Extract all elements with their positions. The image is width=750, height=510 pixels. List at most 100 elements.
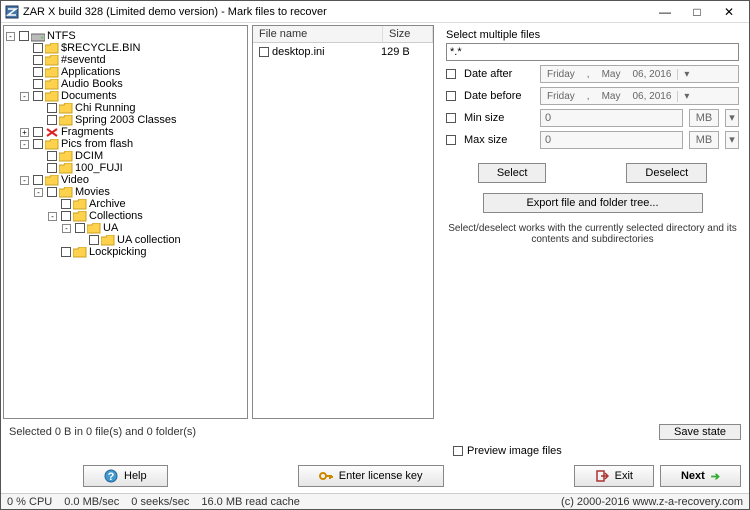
node-checkbox[interactable] (61, 199, 71, 209)
node-checkbox[interactable] (75, 223, 85, 233)
node-checkbox[interactable] (33, 127, 43, 137)
date-after-checkbox[interactable] (446, 69, 456, 79)
expand-toggle[interactable]: + (20, 128, 29, 137)
export-tree-button[interactable]: Export file and folder tree... (483, 193, 703, 213)
min-size-unit: MB (689, 109, 719, 127)
close-button[interactable]: ✕ (713, 2, 745, 22)
exit-button[interactable]: Exit (574, 465, 654, 487)
app-icon (5, 5, 19, 19)
node-checkbox[interactable] (47, 115, 57, 125)
node-checkbox[interactable] (61, 211, 71, 221)
tree-node[interactable]: - Pics from flash (6, 138, 245, 150)
node-checkbox[interactable] (33, 55, 43, 65)
status-cache: 16.0 MB read cache (201, 496, 299, 508)
node-label: Fragments (61, 126, 114, 138)
calendar-icon[interactable]: ▾ (677, 69, 691, 80)
node-checkbox[interactable] (33, 175, 43, 185)
node-label: Audio Books (61, 78, 123, 90)
tree-node[interactable]: - Video (6, 174, 245, 186)
min-size-unit-dropdown[interactable]: ▾ (725, 109, 739, 127)
tree-node[interactable]: + Fragments (6, 126, 245, 138)
node-checkbox[interactable] (89, 235, 99, 245)
help-button[interactable]: ? Help (83, 465, 168, 487)
tree-node[interactable]: DCIM (6, 150, 245, 162)
file-checkbox[interactable] (259, 47, 269, 57)
tree-node[interactable]: Archive (6, 198, 245, 210)
tree-node[interactable]: Lockpicking (6, 246, 245, 258)
node-label: Lockpicking (89, 246, 146, 258)
node-checkbox[interactable] (47, 163, 57, 173)
node-checkbox[interactable] (33, 67, 43, 77)
node-checkbox[interactable] (33, 43, 43, 53)
deselect-button[interactable]: Deselect (626, 163, 707, 183)
file-name: desktop.ini (272, 46, 378, 58)
next-button[interactable]: Next ➔ (660, 465, 741, 487)
tree-node[interactable]: Spring 2003 Classes (6, 114, 245, 126)
expand-toggle[interactable]: - (62, 224, 71, 233)
folder-icon (45, 67, 59, 78)
expand-toggle[interactable]: - (20, 176, 29, 185)
node-label: Documents (61, 90, 117, 102)
filter-title: Select multiple files (446, 29, 739, 41)
date-before-checkbox[interactable] (446, 91, 456, 101)
folder-icon (45, 55, 59, 66)
folder-icon (45, 79, 59, 90)
folder-icon (59, 115, 73, 126)
titlebar: ZAR X build 328 (Limited demo version) -… (1, 1, 749, 23)
tree-node[interactable]: $RECYCLE.BIN (6, 42, 245, 54)
tree-node[interactable]: Audio Books (6, 78, 245, 90)
calendar-icon[interactable]: ▾ (677, 91, 691, 102)
column-header-filename[interactable]: File name (253, 26, 383, 42)
node-label: Video (61, 174, 89, 186)
tree-node[interactable]: 100_FUJI (6, 162, 245, 174)
node-checkbox[interactable] (33, 91, 43, 101)
tree-node[interactable]: - UA (6, 222, 245, 234)
select-button[interactable]: Select (478, 163, 547, 183)
max-size-unit-dropdown[interactable]: ▾ (725, 131, 739, 149)
tree-node[interactable]: #seventd (6, 54, 245, 66)
tree-node[interactable]: Applications (6, 66, 245, 78)
tree-node[interactable]: - Movies (6, 186, 245, 198)
preview-checkbox[interactable] (453, 446, 463, 456)
tree-node[interactable]: - Documents (6, 90, 245, 102)
min-size-input[interactable]: 0 (540, 109, 683, 127)
file-mask-input[interactable] (446, 43, 739, 61)
tree-node[interactable]: Chi Running (6, 102, 245, 114)
tree-node[interactable]: - Collections (6, 210, 245, 222)
expand-toggle[interactable]: - (34, 188, 43, 197)
node-label: Spring 2003 Classes (75, 114, 177, 126)
file-row[interactable]: desktop.ini 129 B (255, 45, 431, 59)
node-checkbox[interactable] (19, 31, 29, 41)
node-checkbox[interactable] (61, 247, 71, 257)
enter-license-button[interactable]: Enter license key (298, 465, 444, 487)
expand-toggle[interactable]: - (6, 32, 15, 41)
node-label: 100_FUJI (75, 162, 123, 174)
node-checkbox[interactable] (33, 139, 43, 149)
file-list-panel[interactable]: File name Size desktop.ini 129 B (252, 25, 434, 419)
status-seeks: 0 seeks/sec (131, 496, 189, 508)
file-size: 129 B (381, 46, 427, 58)
column-header-size[interactable]: Size (383, 26, 433, 42)
date-before-picker[interactable]: Friday, May06, 2016 ▾ (540, 87, 739, 105)
filter-hint: Select/deselect works with the currently… (446, 223, 739, 245)
node-label: #seventd (61, 54, 106, 66)
node-checkbox[interactable] (33, 79, 43, 89)
save-state-button[interactable]: Save state (659, 424, 741, 440)
tree-node[interactable]: UA collection (6, 234, 245, 246)
folder-icon (45, 43, 59, 54)
node-checkbox[interactable] (47, 187, 57, 197)
node-label: Collections (89, 210, 143, 222)
node-checkbox[interactable] (47, 151, 57, 161)
expand-toggle[interactable]: - (20, 140, 29, 149)
minimize-button[interactable]: — (649, 2, 681, 22)
tree-node[interactable]: - NTFS (6, 30, 245, 42)
folder-tree-panel[interactable]: - NTFS $RECYCLE.BIN #seventd Application… (3, 25, 248, 419)
expand-toggle[interactable]: - (20, 92, 29, 101)
node-checkbox[interactable] (47, 103, 57, 113)
maximize-button[interactable]: □ (681, 2, 713, 22)
min-size-checkbox[interactable] (446, 113, 456, 123)
date-after-picker[interactable]: Friday, May06, 2016 ▾ (540, 65, 739, 83)
max-size-input[interactable]: 0 (540, 131, 683, 149)
expand-toggle[interactable]: - (48, 212, 57, 221)
max-size-checkbox[interactable] (446, 135, 456, 145)
